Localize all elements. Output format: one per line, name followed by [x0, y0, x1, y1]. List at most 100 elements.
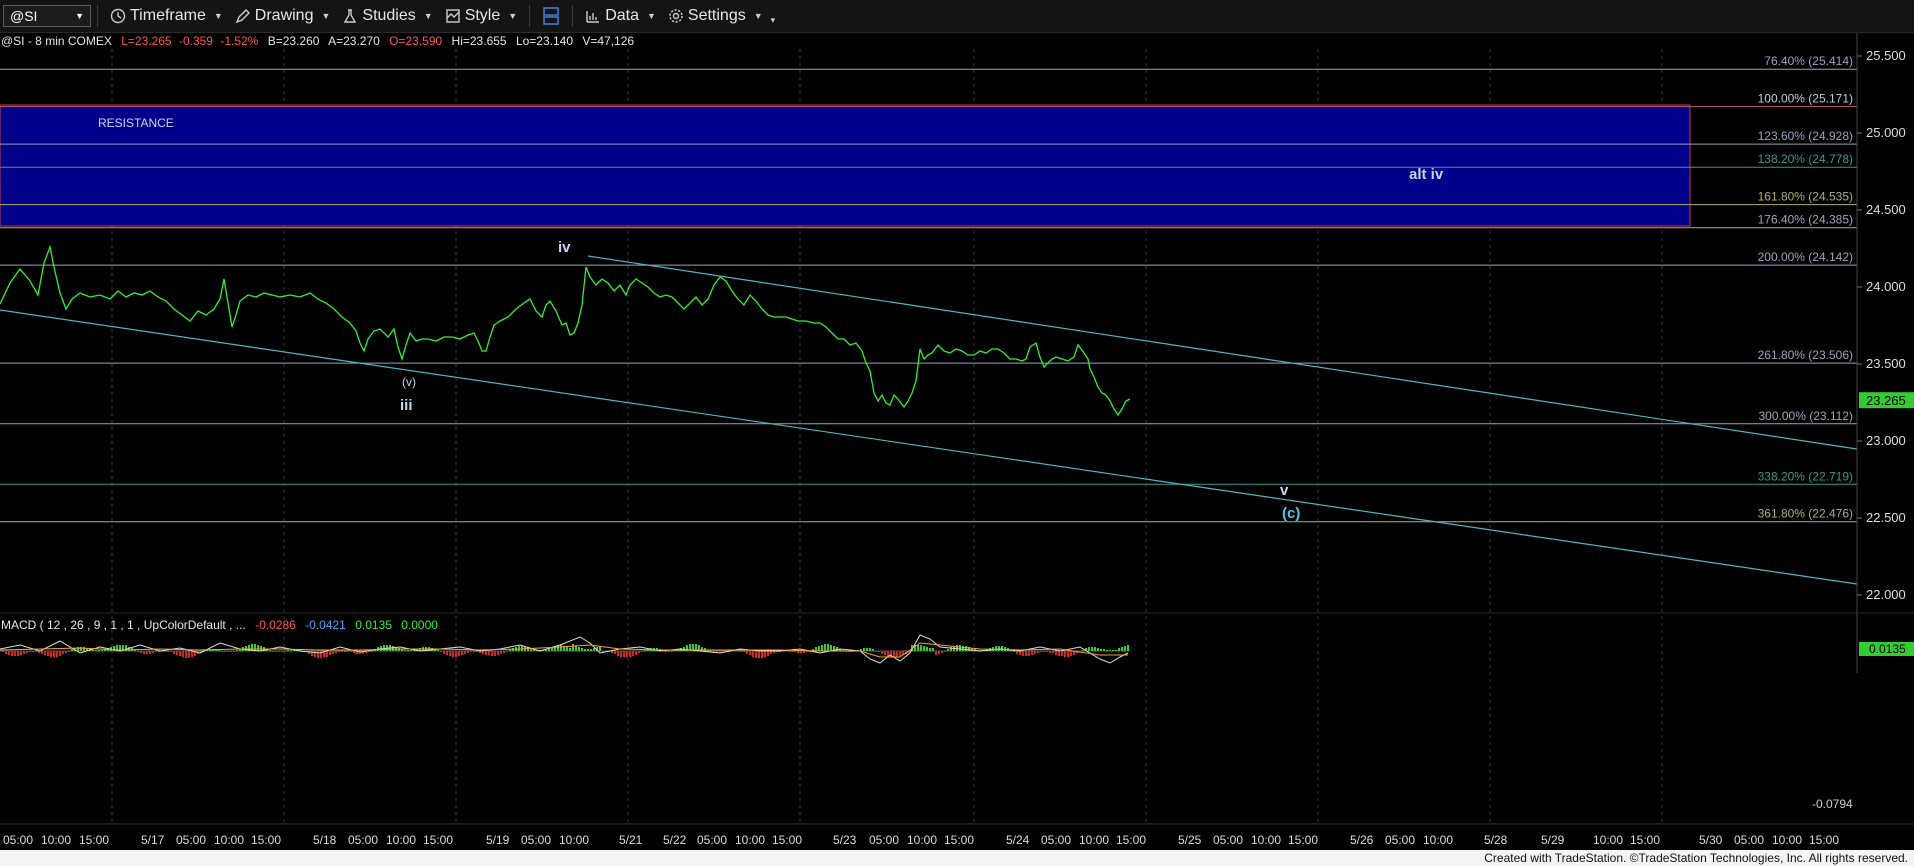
macd-bar — [14, 651, 16, 656]
channel-upper-line[interactable] — [587, 255, 1858, 450]
chevron-down-icon: ▼ — [75, 11, 84, 21]
macd-bar — [620, 651, 622, 657]
time-tick-label: 10:00 — [1593, 833, 1623, 847]
price-tick-label: 23.500 — [1866, 356, 1906, 371]
macd-bar — [569, 648, 571, 651]
macd-bar — [1016, 651, 1018, 654]
macd-bar — [257, 645, 259, 651]
channel-lower-line[interactable] — [0, 309, 1858, 585]
macd-bar — [47, 651, 49, 656]
macd-bar — [1070, 651, 1072, 656]
time-tick-label: 05:00 — [1213, 833, 1243, 847]
macd-bar — [917, 645, 919, 651]
open-value: O=23.590 — [389, 34, 442, 48]
drawing-button[interactable]: Drawing ▼ — [229, 7, 337, 25]
layout-button[interactable] — [536, 6, 566, 26]
macd-bar — [164, 651, 166, 652]
macd-bar — [803, 651, 805, 653]
macd-bar — [278, 651, 280, 652]
macd-bar — [353, 651, 355, 653]
macd-bar — [1061, 651, 1063, 656]
macd-bar — [23, 651, 25, 654]
macd-bar — [824, 644, 826, 651]
macd-bar — [593, 648, 595, 651]
macd-bar — [443, 651, 445, 654]
fib-label: 361.80% (22.476) — [1758, 507, 1853, 521]
macd-bar — [185, 651, 187, 658]
macd-bar — [566, 647, 568, 651]
macd-bar — [95, 650, 97, 651]
chevron-down-icon: ▼ — [646, 11, 656, 21]
macd-bar — [872, 649, 874, 651]
macd-bar — [167, 651, 169, 652]
time-tick-label: 5/28 — [1484, 833, 1508, 847]
symbol-selector[interactable]: @SI ▼ — [3, 5, 91, 27]
time-tick-label: 5/19 — [486, 833, 510, 847]
wave-label-v-small: (v) — [402, 375, 416, 389]
time-tick-label: 05:00 — [521, 833, 551, 847]
chart-area[interactable]: @SI - 8 min COMEX L=23.265 -0.359 -1.52%… — [0, 33, 1914, 851]
macd-bar — [383, 645, 385, 651]
time-tick-label: 10:00 — [1251, 833, 1281, 847]
macd-bar — [929, 648, 931, 651]
macd-bar — [938, 651, 940, 654]
macd-bar — [329, 651, 331, 655]
wave-label-iv: iv — [558, 239, 571, 256]
macd-bar — [758, 651, 760, 658]
time-tick-label: 15:00 — [79, 833, 109, 847]
macd-bar — [743, 651, 745, 652]
macd-bar — [1034, 651, 1036, 654]
macd-bar — [956, 645, 958, 651]
macd-bar — [1088, 647, 1090, 651]
macd-bar — [68, 651, 70, 652]
macd-bar — [863, 648, 865, 651]
bid-value: B=23.260 — [268, 34, 320, 48]
macd-bar — [635, 651, 637, 655]
macd-bar — [1127, 645, 1129, 651]
macd-bar — [101, 650, 103, 651]
macd-bar — [173, 651, 175, 654]
macd-bar — [314, 651, 316, 657]
time-tick-label: 15:00 — [772, 833, 802, 847]
macd-bar — [35, 651, 37, 652]
wave-label-v: v — [1280, 482, 1289, 499]
macd-bar — [875, 651, 877, 652]
macd-bar — [1097, 648, 1099, 651]
time-tick-label: 10:00 — [1772, 833, 1802, 847]
macd-label: MACD ( 12 , 26 , 9 , 1 , 1 , UpColorDefa… — [1, 618, 246, 632]
macd-bar — [932, 648, 934, 651]
macd-bar — [923, 646, 925, 651]
settings-button[interactable]: Settings ▼ ▾ — [662, 7, 781, 26]
macd-bar — [497, 651, 499, 655]
time-tick-label: 10:00 — [735, 833, 765, 847]
macd-bar — [236, 650, 238, 651]
time-tick-label: 05:00 — [1734, 833, 1764, 847]
timeframe-button[interactable]: Timeframe ▼ — [104, 7, 229, 25]
macd-bar — [11, 651, 13, 656]
macd-bar — [224, 651, 226, 652]
time-axis: 05:00 10:00 15:00 5/17 05:00 10:00 15:00 5/18 05… — [3, 833, 1839, 847]
studies-label: Studies — [362, 7, 416, 24]
drawing-label: Drawing — [254, 7, 314, 24]
ask-value: A=23.270 — [328, 34, 380, 48]
time-tick-label: 5/23 — [833, 833, 857, 847]
macd-bar — [1118, 648, 1120, 651]
bar-chart-icon — [586, 11, 600, 23]
macd-bar — [467, 651, 469, 653]
macd-bar — [149, 651, 151, 654]
studies-button[interactable]: Studies ▼ — [336, 7, 438, 25]
macd-bar — [146, 651, 148, 654]
style-button[interactable]: Style ▼ — [439, 7, 524, 25]
macd-bar — [869, 648, 871, 651]
macd-bar — [629, 651, 631, 657]
macd-bar — [896, 651, 898, 657]
change-value: -0.359 — [179, 34, 213, 48]
macd-bar — [32, 651, 34, 652]
macd-bar — [221, 651, 223, 652]
macd-bar — [893, 651, 895, 657]
macd-bar — [2, 651, 4, 652]
macd-bar — [350, 651, 352, 652]
macd-bar — [935, 651, 937, 655]
clock-icon — [110, 8, 126, 24]
data-button[interactable]: Data ▼ — [579, 7, 662, 25]
